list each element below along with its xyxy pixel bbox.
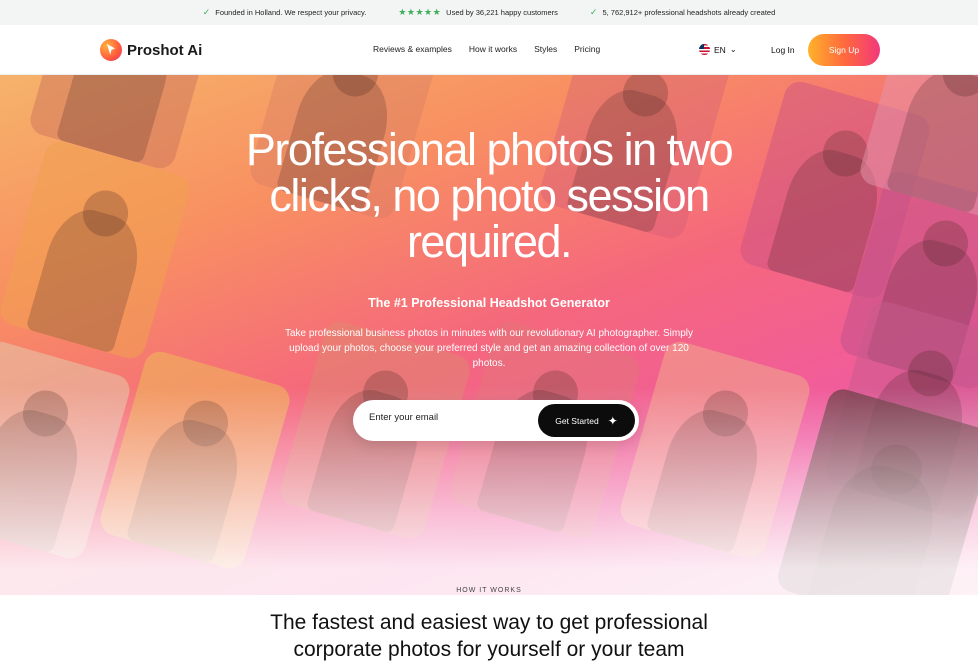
- main-navbar: Proshot Ai Reviews & examples How it wor…: [0, 25, 978, 75]
- customers-text: Used by 36,221 happy customers: [446, 8, 558, 17]
- check-icon: ✓: [202, 7, 211, 17]
- customers-note: ★★★★★ Used by 36,221 happy customers: [398, 7, 558, 18]
- privacy-text: Founded in Holland. We respect your priv…: [215, 8, 367, 17]
- privacy-note: ✓ Founded in Holland. We respect your pr…: [203, 7, 367, 18]
- headshots-note: ✓ 5, 762,912+ professional headshots alr…: [590, 7, 775, 18]
- logo-bird-icon: [100, 39, 122, 61]
- sparkle-icon: ✦: [607, 413, 618, 428]
- chevron-down-icon: ⌄: [729, 45, 737, 54]
- email-signup-form: Get Started ✦: [353, 400, 639, 441]
- signup-button[interactable]: Sign Up: [808, 34, 880, 66]
- section-tag: HOW IT WORKS: [456, 587, 522, 594]
- check-icon: ✓: [589, 7, 598, 17]
- hero-subtitle: The #1 Professional Headshot Generator: [368, 296, 610, 310]
- us-flag-icon: [699, 44, 710, 55]
- hero-title: Professional photos in two clicks, no ph…: [245, 124, 734, 267]
- language-selector[interactable]: EN ⌄: [699, 44, 737, 55]
- section-title: The fastest and easiest way to get profe…: [270, 611, 708, 661]
- nav-link-styles[interactable]: Styles: [534, 44, 557, 54]
- five-stars-icon: ★★★★★: [398, 7, 442, 17]
- nav-links: Reviews & examples How it works Styles P…: [373, 44, 600, 54]
- logo[interactable]: Proshot Ai: [100, 39, 202, 61]
- nav-link-how-it-works[interactable]: How it works: [469, 44, 517, 54]
- language-label: EN: [714, 44, 726, 55]
- nav-link-reviews[interactable]: Reviews & examples: [373, 44, 452, 54]
- headshots-text: 5, 762,912+ professional headshots alrea…: [602, 8, 776, 17]
- announcement-bar: ✓ Founded in Holland. We respect your pr…: [0, 0, 978, 25]
- logo-text: Proshot Ai: [127, 41, 203, 59]
- how-it-works-section: HOW IT WORKS The fastest and easiest way…: [0, 587, 978, 668]
- get-started-button[interactable]: Get Started ✦: [538, 404, 635, 437]
- hero-section: Professional photos in two clicks, no ph…: [0, 75, 978, 595]
- hero-description: Take professional business photos in min…: [284, 328, 693, 369]
- get-started-label: Get Started: [555, 415, 599, 426]
- email-input[interactable]: [369, 412, 529, 423]
- login-link[interactable]: Log In: [771, 45, 795, 55]
- nav-link-pricing[interactable]: Pricing: [574, 44, 600, 54]
